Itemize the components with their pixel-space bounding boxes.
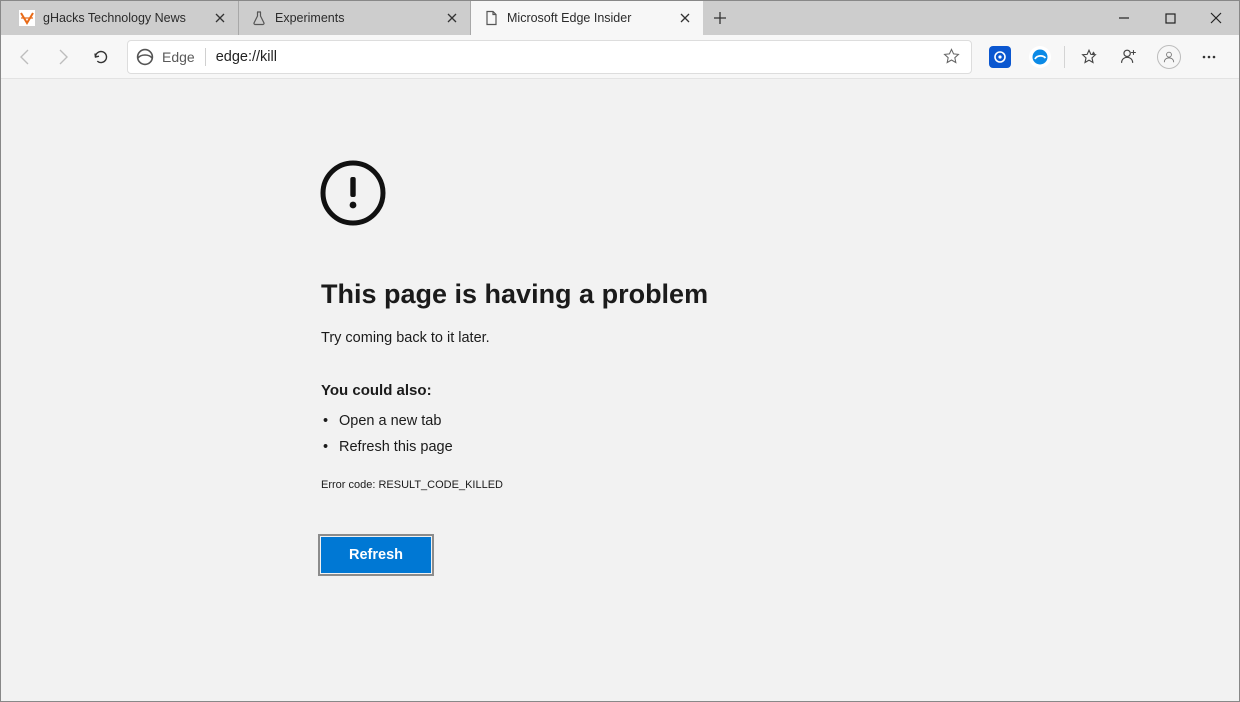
page-icon <box>483 10 499 26</box>
tab-experiments[interactable]: Experiments <box>239 1 471 35</box>
suggestion-list: Open a new tab Refresh this page <box>321 413 921 455</box>
favorites-button[interactable] <box>1069 39 1109 75</box>
toolbar-separator <box>1064 46 1065 68</box>
error-exclamation-icon <box>319 159 921 227</box>
window-controls <box>1101 1 1239 35</box>
tab-close-icon[interactable] <box>212 10 228 26</box>
maximize-button[interactable] <box>1147 1 1193 35</box>
flask-icon <box>251 10 267 26</box>
site-identity[interactable]: Edge <box>136 48 195 66</box>
tab-close-icon[interactable] <box>444 10 460 26</box>
suggestion-item: Refresh this page <box>321 439 921 455</box>
error-container: This page is having a problem Try coming… <box>321 159 921 573</box>
extension-2[interactable] <box>1020 39 1060 75</box>
new-tab-button[interactable] <box>703 1 737 35</box>
menu-button[interactable] <box>1189 39 1229 75</box>
tab-title: gHacks Technology News <box>43 11 204 25</box>
page-content: This page is having a problem Try coming… <box>1 79 1239 701</box>
refresh-page-button[interactable]: Refresh <box>321 537 431 573</box>
extension-1[interactable] <box>980 39 1020 75</box>
error-subtext: Try coming back to it later. <box>321 330 921 346</box>
minimize-button[interactable] <box>1101 1 1147 35</box>
address-bar[interactable]: Edge edge://kill <box>127 40 972 74</box>
tab-title: Experiments <box>275 11 436 25</box>
ghacks-favicon <box>19 10 35 26</box>
also-heading: You could also: <box>321 382 921 399</box>
suggestion-item: Open a new tab <box>321 413 921 429</box>
tab-title: Microsoft Edge Insider <box>507 11 669 25</box>
tab-edge-insider[interactable]: Microsoft Edge Insider <box>471 1 703 35</box>
error-code: Error code: RESULT_CODE_KILLED <box>321 479 921 491</box>
back-button[interactable] <box>7 39 43 75</box>
feedback-button[interactable] <box>1109 39 1149 75</box>
profile-avatar-icon <box>1157 45 1181 69</box>
refresh-button[interactable] <box>83 39 119 75</box>
forward-button[interactable] <box>45 39 81 75</box>
profile-button[interactable] <box>1149 39 1189 75</box>
close-window-button[interactable] <box>1193 1 1239 35</box>
extension-badge-icon <box>989 46 1011 68</box>
tab-ghacks[interactable]: gHacks Technology News <box>7 1 239 35</box>
url-text[interactable]: edge://kill <box>216 49 929 65</box>
tab-close-icon[interactable] <box>677 10 693 26</box>
edge-logo-icon <box>136 48 154 66</box>
edge-extension-icon <box>1029 46 1051 68</box>
identity-divider <box>205 48 206 66</box>
toolbar: Edge edge://kill <box>1 35 1239 79</box>
toolbar-right <box>980 39 1233 75</box>
titlebar: gHacks Technology News Experiments Micro… <box>1 1 1239 35</box>
tabstrip: gHacks Technology News Experiments Micro… <box>1 1 737 35</box>
favorite-star-icon[interactable] <box>939 45 963 69</box>
identity-label: Edge <box>162 49 195 65</box>
error-heading: This page is having a problem <box>321 279 921 310</box>
